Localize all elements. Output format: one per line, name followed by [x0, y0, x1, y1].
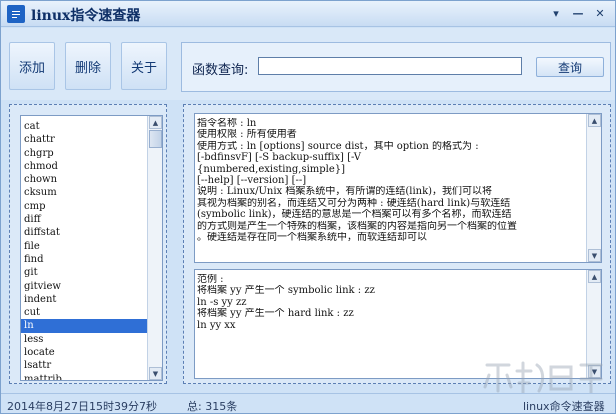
- command-list: cat chattr chgrp chmod chown cksum cmp diff diff…: [21, 120, 147, 380]
- examples-line: 将档案 yy 产生一个 symbolic link : zz: [197, 285, 375, 297]
- command-listbox[interactable]: cat chattr chgrp chmod chown cksum cmp diff diff…: [20, 115, 163, 381]
- status-total: 总: 315条: [187, 400, 238, 413]
- description-scrollbar[interactable]: ▲ ▼: [586, 114, 601, 262]
- detail-line: 的方式则是产生一个特殊的档案，该档案的内容是指向另一个档案的位置: [197, 220, 517, 232]
- detail-panel: 指令名称 : ln 使用权限 : 所有使用者 使用方式 : ln [option…: [183, 104, 611, 384]
- command-list-item[interactable]: chown: [21, 173, 147, 186]
- command-list-item[interactable]: git: [21, 266, 147, 279]
- examples-line: ln -s yy zz: [197, 296, 247, 308]
- status-timestamp: 2014年8月27日15时39分7秒: [7, 400, 157, 413]
- detail-line: [--help] [--version] [--]: [197, 175, 307, 187]
- detail-line: 使用权限 : 所有使用者: [197, 129, 297, 141]
- scroll-up-icon[interactable]: ▲: [588, 270, 601, 283]
- command-list-item[interactable]: cat: [21, 120, 147, 133]
- detail-line: 说明 : Linux/Unix 档案系统中，有所谓的连结(link)，我们可以将: [197, 186, 493, 198]
- status-bar: 2014年8月27日15时39分7秒 总: 315条 linux命令速查器: [1, 393, 615, 413]
- command-list-item[interactable]: file: [21, 240, 147, 253]
- detail-line: 。硬连结是存在同一个档案系统中，而软连结却可以: [197, 232, 427, 244]
- command-list-item[interactable]: lsattr: [21, 359, 147, 372]
- command-list-panel: cat chattr chgrp chmod chown cksum cmp diff diff…: [9, 104, 167, 384]
- scroll-down-icon[interactable]: ▼: [588, 249, 601, 262]
- command-list-item[interactable]: diffstat: [21, 226, 147, 239]
- query-input[interactable]: [258, 57, 522, 75]
- examples-line: 将档案 yy 产生一个 hard link : zz: [197, 308, 354, 320]
- scroll-up-icon[interactable]: ▲: [149, 116, 162, 129]
- detail-line: [-bdfinsvF] [-S backup-suffix] [-V: [197, 152, 361, 164]
- command-list-item[interactable]: locate: [21, 346, 147, 359]
- command-list-item[interactable]: cksum: [21, 186, 147, 199]
- command-list-item[interactable]: diff: [21, 213, 147, 226]
- window-controls: ▾ — ✕: [547, 4, 609, 22]
- list-scrollbar[interactable]: ▲ ▼: [147, 116, 162, 380]
- scroll-up-icon[interactable]: ▲: [588, 114, 601, 127]
- query-label: 函数查询:: [192, 63, 249, 78]
- window-title: linux指令速查器: [31, 8, 141, 24]
- command-list-item[interactable]: chmod: [21, 160, 147, 173]
- minimize-icon[interactable]: —: [569, 4, 587, 22]
- command-list-item[interactable]: less: [21, 333, 147, 346]
- description-textbox[interactable]: 指令名称 : ln 使用权限 : 所有使用者 使用方式 : ln [option…: [194, 113, 602, 263]
- query-button[interactable]: 查询: [536, 57, 604, 77]
- app-icon: [7, 5, 25, 23]
- about-button[interactable]: 关于: [121, 42, 167, 90]
- command-list-item[interactable]: gitview: [21, 280, 147, 293]
- command-list-item[interactable]: chgrp: [21, 147, 147, 160]
- scroll-down-icon[interactable]: ▼: [149, 367, 162, 380]
- examples-line: ln yy xx: [197, 319, 236, 331]
- app-window: linux指令速查器 ▾ — ✕ 添加 删除 关于 函数查询: 查询 cat ch…: [0, 0, 616, 414]
- example-text: 范例 : 将档案 yy 产生一个 symbolic link : zz ln -…: [197, 274, 581, 331]
- status-app-name: linux命令速查器: [523, 400, 605, 413]
- add-button[interactable]: 添加: [9, 42, 55, 90]
- description-text: 指令名称 : ln 使用权限 : 所有使用者 使用方式 : ln [option…: [197, 118, 581, 243]
- command-list-item[interactable]: mattrib: [21, 373, 147, 380]
- command-list-item[interactable]: chattr: [21, 133, 147, 146]
- examples-line: 范例 :: [197, 274, 224, 285]
- close-icon[interactable]: ✕: [591, 4, 609, 22]
- delete-button[interactable]: 删除: [65, 42, 111, 90]
- detail-line: 其视为档案的别名，而连结又可分为两种 : 硬连结(hard link)与软连结: [197, 197, 511, 209]
- detail-line: 使用方式 : ln [options] source dist，其中 optio…: [197, 140, 479, 152]
- detail-line: (symbolic link)，硬连结的意思是一个档案可以有多个名称，而软连结: [197, 209, 512, 221]
- toolbar: 添加 删除 关于 函数查询: 查询: [1, 28, 615, 100]
- menu-dropdown-icon[interactable]: ▾: [547, 4, 565, 22]
- scroll-thumb[interactable]: [149, 130, 162, 148]
- detail-line: 指令名称 : ln: [197, 118, 257, 129]
- detail-line: {numbered,existing,simple}]: [197, 163, 346, 175]
- command-list-item[interactable]: indent: [21, 293, 147, 306]
- query-panel: 函数查询: 查询: [181, 42, 611, 92]
- command-list-item[interactable]: cmp: [21, 200, 147, 213]
- command-list-item[interactable]: ln: [21, 319, 147, 333]
- title-bar[interactable]: linux指令速查器 ▾ — ✕: [1, 1, 615, 27]
- command-list-item[interactable]: find: [21, 253, 147, 266]
- command-list-item[interactable]: cut: [21, 306, 147, 319]
